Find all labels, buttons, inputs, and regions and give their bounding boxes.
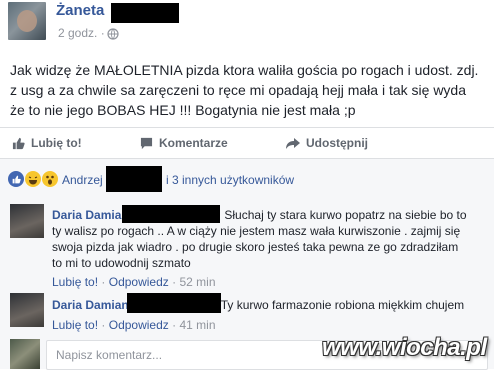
comment-line: swoja pizda jak wiadro . po drugie skoro… — [52, 240, 459, 254]
comment-button-label: Komentarze — [159, 136, 228, 150]
redaction-bar — [127, 293, 221, 313]
divider — [0, 158, 494, 159]
comment-avatar[interactable] — [10, 204, 44, 238]
comment-avatar[interactable] — [10, 293, 44, 327]
share-icon — [286, 137, 300, 149]
globe-icon — [107, 28, 119, 40]
like-reaction-icon — [8, 171, 24, 187]
post-body: Jak widzę że MAŁOLETNIA pizda ktora wali… — [10, 60, 486, 120]
post-line: z usg a za chwile sa zaręczeni to ręce m… — [10, 82, 466, 98]
comment-like-link[interactable]: Lubię to! — [52, 318, 98, 332]
comment-time[interactable]: 52 min — [179, 275, 215, 289]
comment-button[interactable]: Komentarze — [140, 136, 228, 150]
comment-author[interactable]: Daria Damian — [52, 298, 129, 312]
haha-reaction-icon — [25, 171, 41, 187]
share-button-label: Udostępnij — [306, 136, 368, 150]
post-line: że to nie jego BOBAS HEJ !!! Bogatynia n… — [10, 102, 356, 118]
composer-avatar — [10, 339, 40, 369]
thumbs-up-icon — [12, 137, 25, 149]
like-button-label: Lubię to! — [31, 136, 82, 150]
comment-time[interactable]: 41 min — [179, 318, 215, 332]
comment-line: to mi to udowodnij szmato — [52, 256, 191, 270]
watermark-logo: www.wiocha.pl — [322, 334, 487, 361]
wow-reaction-icon — [42, 171, 58, 187]
reaction-icons[interactable] — [8, 171, 59, 187]
post-line: Jak widzę że MAŁOLETNIA pizda ktora wali… — [10, 62, 479, 78]
redaction-bar — [106, 166, 162, 192]
comment-reply-link[interactable]: Odpowiedz — [109, 318, 169, 332]
comment-input-placeholder: Napisz komentarz... — [56, 348, 163, 362]
share-button[interactable]: Udostępnij — [286, 136, 368, 150]
comment-line: ty walisz po rogach .. A w ciąży nie jes… — [52, 224, 461, 238]
reactor-name[interactable]: Andrzej — [62, 173, 103, 187]
like-button[interactable]: Lubię to! — [12, 136, 82, 150]
comment-meta: Lubię to! · Odpowiedz · 41 min — [52, 318, 216, 332]
post-timestamp[interactable]: 2 godz. · — [58, 26, 105, 40]
redaction-bar — [111, 3, 179, 23]
comment-body: Daria Damia Słuchaj ty stara kurwo popatr… — [52, 207, 467, 271]
redaction-bar — [122, 205, 220, 223]
comment-like-link[interactable]: Lubię to! — [52, 275, 98, 289]
reactions-others-link[interactable]: i 3 innych użytkowników — [166, 173, 294, 187]
post-author-name[interactable]: Żaneta — [56, 2, 104, 19]
comment-author[interactable]: Daria Damia — [52, 208, 121, 222]
divider — [0, 127, 494, 128]
comment-icon — [140, 137, 153, 149]
author-avatar[interactable] — [8, 2, 46, 40]
comment-line: Słuchaj ty stara kurwo popatrz na siebie… — [224, 208, 467, 222]
comment-body: Daria Damian Ty kurwo farmazonie robiona … — [52, 297, 464, 313]
comment-line: Ty kurwo farmazonie robiona miękkim chuj… — [220, 298, 465, 312]
comment-meta: Lubię to! · Odpowiedz · 52 min — [52, 275, 216, 289]
comment-reply-link[interactable]: Odpowiedz — [109, 275, 169, 289]
